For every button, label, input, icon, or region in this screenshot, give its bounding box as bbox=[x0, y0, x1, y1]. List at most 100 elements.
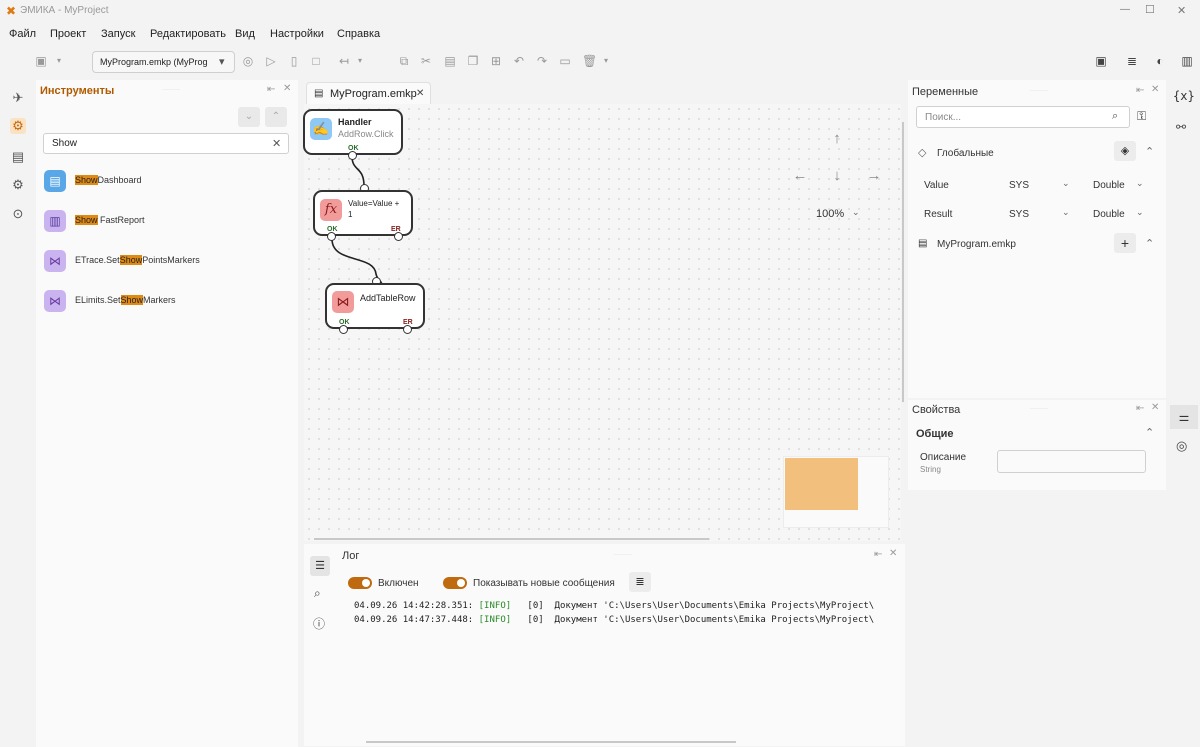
tools-search-field[interactable]: Show ✕ bbox=[43, 133, 289, 154]
pin-icon[interactable]: ⇤ bbox=[267, 84, 275, 95]
redo-icon[interactable]: ↷ bbox=[535, 54, 549, 68]
variable-type[interactable]: Double bbox=[1093, 180, 1125, 191]
menu-project[interactable]: Проект bbox=[50, 28, 86, 40]
chevron-down-icon[interactable]: ⌄ bbox=[1136, 207, 1144, 218]
description-input[interactable] bbox=[997, 450, 1146, 473]
database-icon[interactable]: ≣ bbox=[1125, 54, 1139, 68]
close-panel-icon[interactable]: ✕ bbox=[283, 83, 291, 94]
chevron-down-icon[interactable]: ⌄ bbox=[1136, 178, 1144, 189]
collapse-globals-icon[interactable]: ⌃ bbox=[1145, 145, 1154, 158]
paste-icon[interactable]: ▤ bbox=[443, 54, 457, 68]
editor-tab[interactable]: ▤ MyProgram.emkp ✕ bbox=[306, 82, 431, 104]
log-search-icon[interactable]: ⌕ bbox=[314, 586, 321, 601]
collapse-general-icon[interactable]: ⌃ bbox=[1145, 426, 1154, 439]
delete-icon[interactable]: 🗑 bbox=[582, 54, 597, 68]
settings-gear-icon[interactable]: ⚙ bbox=[10, 177, 26, 193]
device-panel-icon[interactable]: ▤ bbox=[10, 149, 26, 165]
menu-help[interactable]: Справка bbox=[337, 28, 380, 40]
close-panel-icon[interactable]: ✕ bbox=[1151, 402, 1159, 413]
addtablerow-node[interactable]: ⋈ AddTableRow OK ER bbox=[325, 283, 425, 329]
device-icon[interactable]: ▣ bbox=[1094, 54, 1108, 68]
close-tab-icon[interactable]: ✕ bbox=[416, 88, 424, 99]
project-select[interactable]: MyProgram.emkp (MyProgra ▾ bbox=[92, 51, 235, 73]
clear-log-button[interactable]: ≣ bbox=[629, 572, 651, 592]
pan-up-button[interactable]: ↑ bbox=[823, 125, 851, 153]
minimize-button[interactable]: — bbox=[1120, 4, 1130, 15]
collapse-file-icon[interactable]: ⌃ bbox=[1145, 237, 1154, 250]
tools-icon[interactable]: ⚙ bbox=[10, 118, 26, 134]
minimap[interactable] bbox=[783, 456, 889, 528]
chevron-down-icon[interactable]: ⌄ bbox=[1062, 178, 1070, 189]
sliders-icon[interactable]: ⚌ bbox=[1170, 405, 1198, 429]
general-section-label[interactable]: Общие bbox=[916, 428, 954, 440]
log-list-icon[interactable]: ☰ bbox=[310, 556, 330, 576]
theme-icon[interactable]: ◐ bbox=[1153, 54, 1167, 68]
maximize-button[interactable]: ☐ bbox=[1145, 3, 1155, 16]
variable-type[interactable]: Double bbox=[1093, 209, 1125, 220]
collapse-all-button[interactable]: ⌃ bbox=[265, 107, 287, 127]
step-dropdown-icon[interactable]: ▾ bbox=[353, 54, 367, 68]
menu-edit[interactable]: Редактировать bbox=[150, 28, 226, 40]
pin-icon[interactable]: ⇤ bbox=[1136, 403, 1144, 414]
func-node[interactable]: fx Value=Value + 1 OK ER bbox=[313, 190, 413, 236]
variables-search-input[interactable]: Поиск... ⌕ bbox=[916, 106, 1130, 128]
menu-run[interactable]: Запуск bbox=[101, 28, 135, 40]
delete-dropdown-icon[interactable]: ▾ bbox=[599, 54, 613, 68]
log-enabled-toggle[interactable] bbox=[348, 577, 372, 589]
variable-scope[interactable]: SYS bbox=[1009, 209, 1029, 220]
close-panel-icon[interactable]: ✕ bbox=[889, 548, 897, 559]
binoculars-icon[interactable]: ⚯ bbox=[1176, 120, 1186, 134]
rocket-icon[interactable]: ✈ bbox=[10, 90, 26, 106]
pause-icon[interactable]: ▯ bbox=[287, 54, 301, 68]
handler-node[interactable]: ✍ Handler AddRow.Click OK bbox=[303, 109, 403, 155]
vertical-scrollbar[interactable] bbox=[902, 122, 904, 402]
clear-search-icon[interactable]: ✕ bbox=[272, 137, 281, 150]
undo-icon[interactable]: ↶ bbox=[512, 54, 526, 68]
target-icon[interactable]: ◎ bbox=[1176, 438, 1187, 454]
cut-icon[interactable]: ✂ bbox=[419, 54, 433, 68]
close-panel-icon[interactable]: ✕ bbox=[1151, 84, 1159, 95]
menu-view[interactable]: Вид bbox=[235, 28, 255, 40]
copy-icon[interactable]: ⧉ bbox=[397, 54, 411, 68]
pin-icon[interactable]: ⇤ bbox=[1136, 85, 1144, 96]
addrow-ok-port[interactable] bbox=[339, 325, 348, 334]
pin-icon[interactable]: ⇤ bbox=[874, 549, 882, 560]
step-icon[interactable]: ↤ bbox=[337, 54, 351, 68]
show-new-messages-toggle[interactable] bbox=[443, 577, 467, 589]
variable-scope[interactable]: SYS bbox=[1009, 180, 1029, 191]
pan-down-button[interactable]: ↓ bbox=[823, 162, 851, 190]
export-icon[interactable]: ▭ bbox=[558, 54, 572, 68]
save-icon[interactable]: ▣ bbox=[34, 54, 48, 68]
addrow-er-port[interactable] bbox=[403, 325, 412, 334]
play-circle-icon[interactable]: ⊙ bbox=[10, 206, 26, 222]
program-canvas[interactable]: ✍ Handler AddRow.Click OK fx Value=Value… bbox=[303, 104, 901, 541]
group-icon[interactable]: ⊞ bbox=[489, 54, 503, 68]
func-er-port[interactable] bbox=[394, 232, 403, 241]
file-section-label[interactable]: MyProgram.emkp bbox=[937, 239, 1016, 250]
func-ok-port[interactable] bbox=[327, 232, 336, 241]
log-warning-icon[interactable]: ⓘ bbox=[313, 615, 325, 632]
horizontal-scrollbar[interactable] bbox=[314, 538, 709, 540]
run-icon[interactable]: ▷ bbox=[264, 54, 278, 68]
expand-all-button[interactable]: ⌄ bbox=[238, 107, 260, 127]
pan-left-button[interactable]: ← bbox=[786, 162, 814, 190]
layout-icon[interactable]: ▥ bbox=[1180, 54, 1194, 68]
chevron-down-icon[interactable]: ⌄ bbox=[1062, 207, 1070, 218]
add-variable-button[interactable]: + bbox=[1114, 233, 1136, 253]
stop-icon[interactable]: □ bbox=[309, 54, 323, 68]
menu-file[interactable]: Файл bbox=[9, 28, 36, 40]
variables-icon[interactable]: {x} bbox=[1173, 89, 1195, 103]
menu-settings[interactable]: Настройки bbox=[270, 28, 324, 40]
close-window-button[interactable]: ✕ bbox=[1177, 4, 1186, 17]
zoom-select[interactable]: 100% ⌄ bbox=[809, 203, 865, 223]
globals-section-label[interactable]: Глобальные bbox=[937, 148, 994, 159]
pan-right-button[interactable]: → bbox=[860, 162, 888, 190]
minimap-viewport[interactable] bbox=[785, 458, 858, 510]
build-icon[interactable]: ◎ bbox=[241, 54, 255, 68]
log-horizontal-scrollbar[interactable] bbox=[366, 741, 736, 743]
duplicate-icon[interactable]: ❐ bbox=[466, 54, 480, 68]
add-global-button[interactable]: ◈ bbox=[1114, 141, 1136, 161]
variable-settings-icon[interactable]: ⚿ bbox=[1137, 109, 1146, 124]
handler-ok-port[interactable] bbox=[348, 151, 357, 160]
save-dropdown-icon[interactable]: ▾ bbox=[52, 54, 66, 68]
